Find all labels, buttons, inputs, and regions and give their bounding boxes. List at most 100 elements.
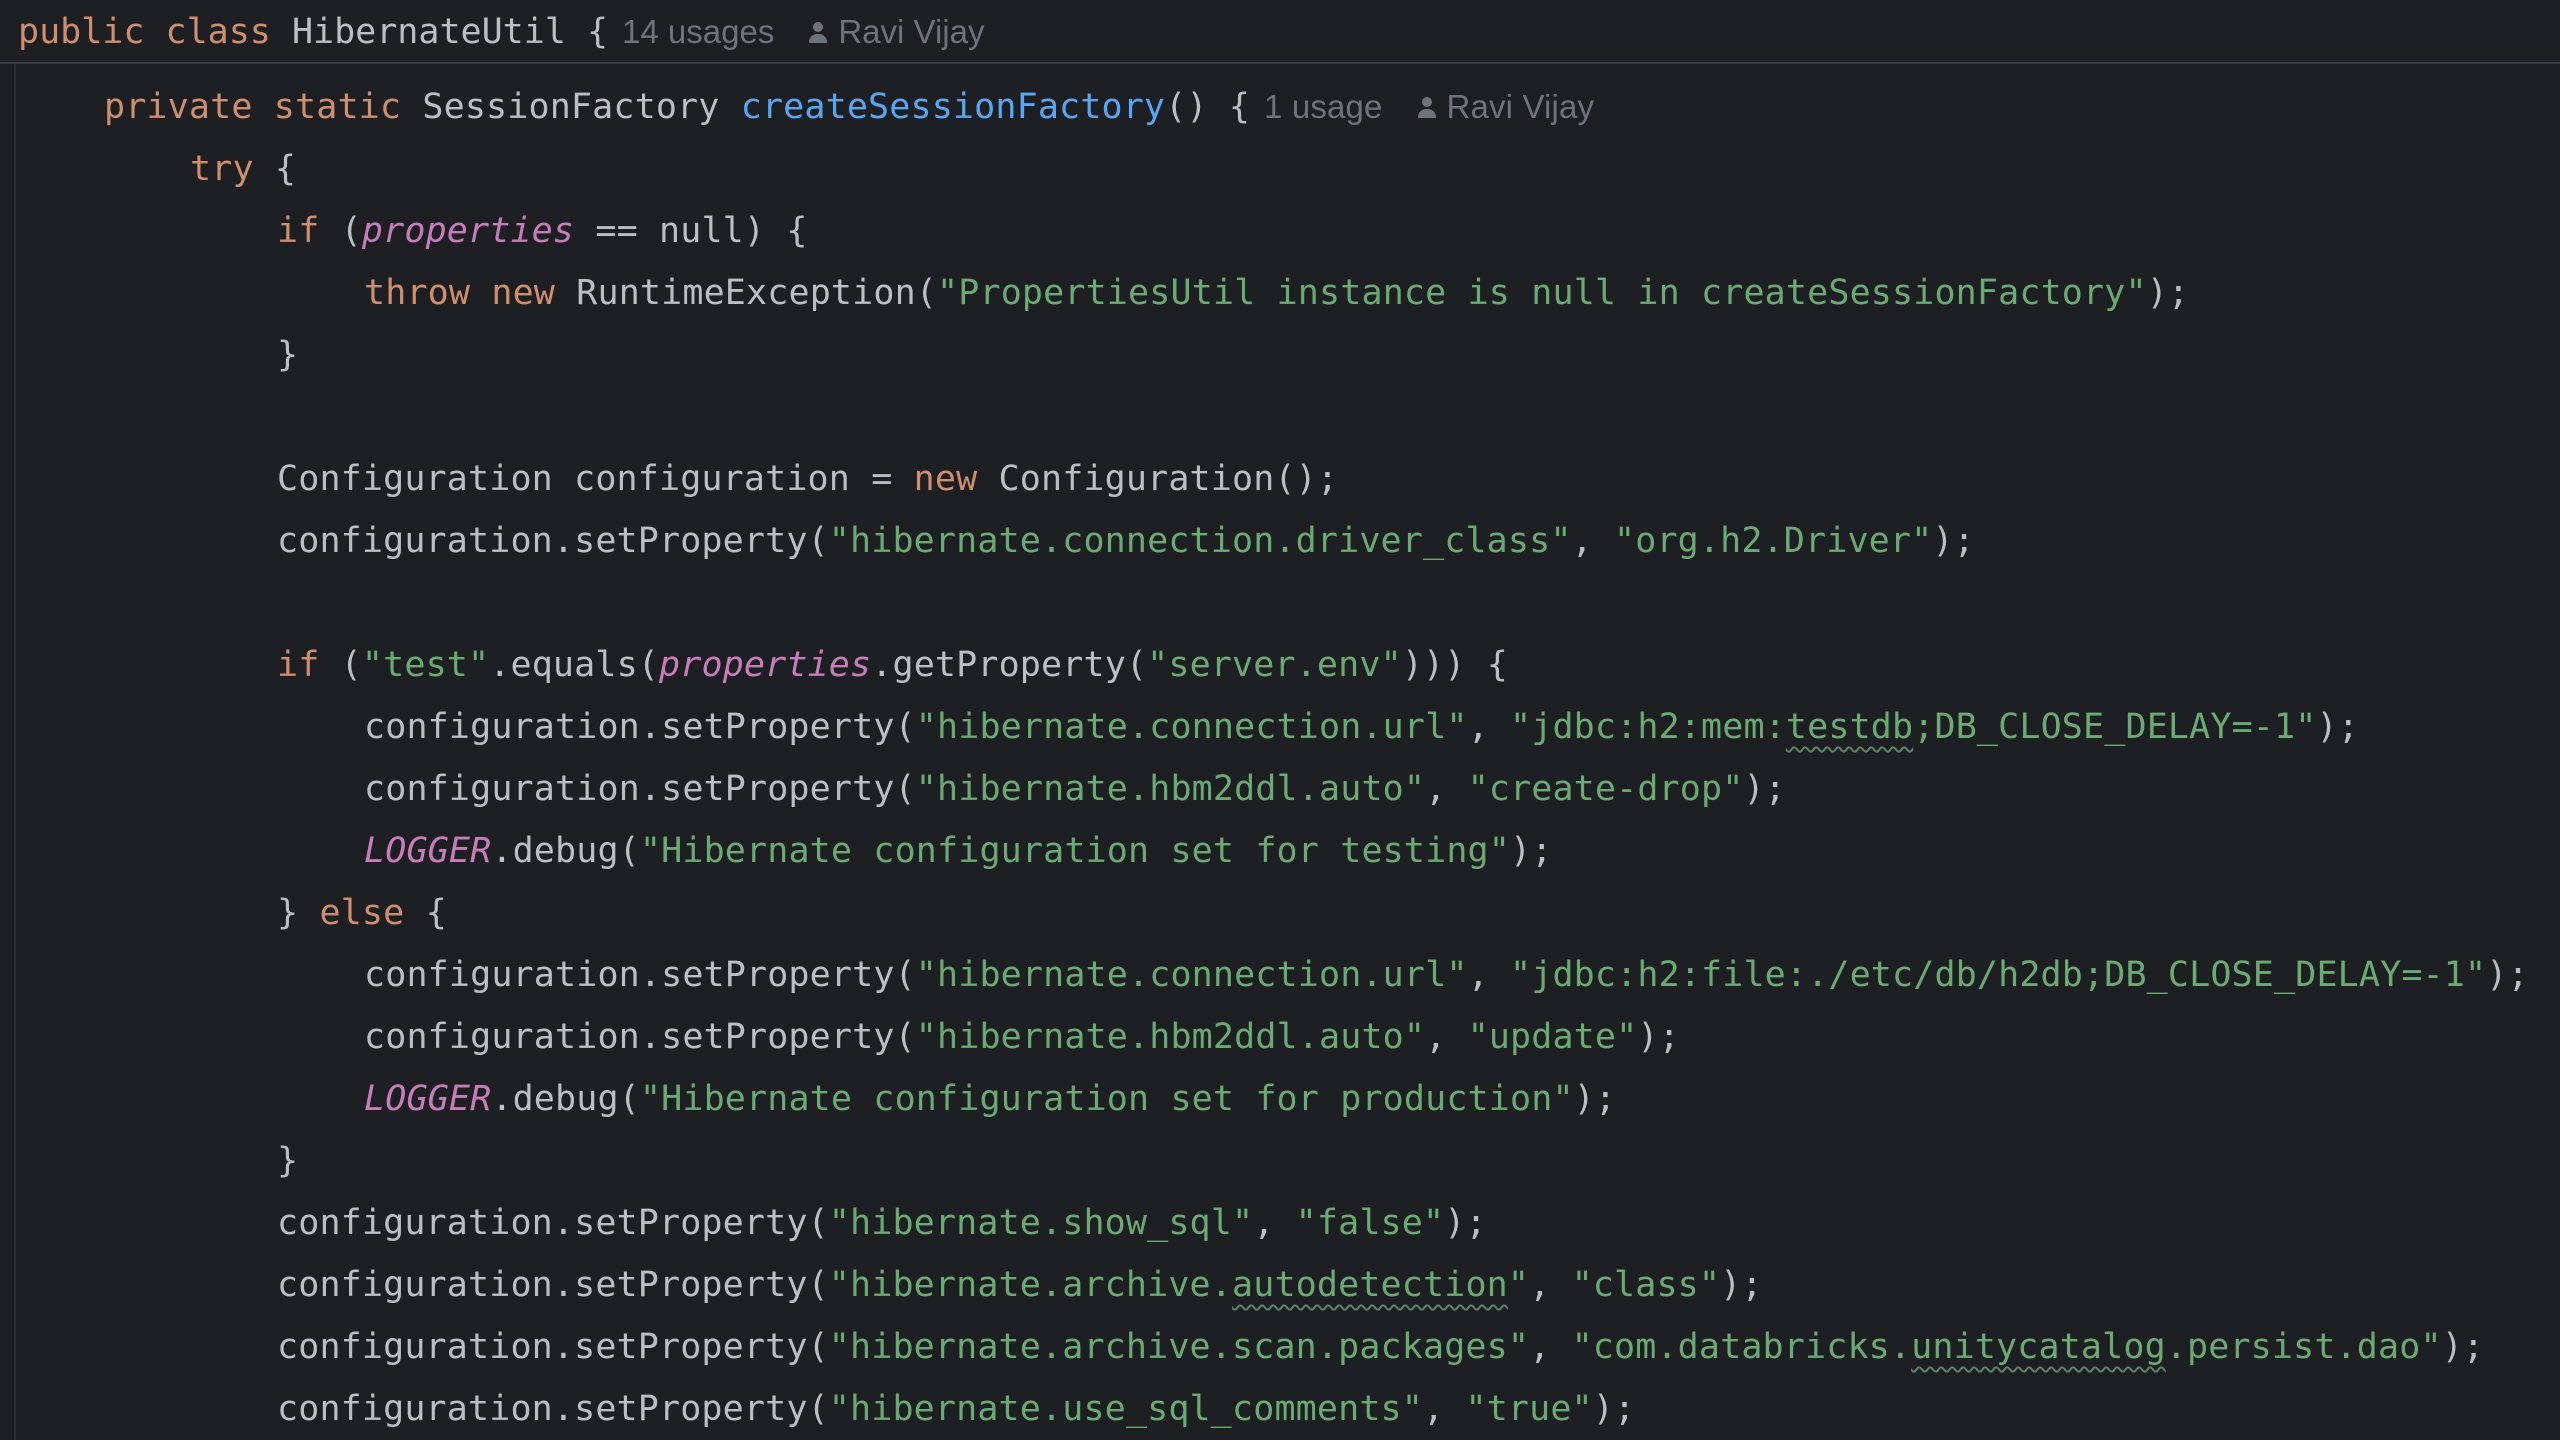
code-text: ); (1720, 1265, 1763, 1305)
code-text: , (1529, 1327, 1572, 1367)
string-literal: "false" (1295, 1203, 1445, 1243)
class-declaration-line[interactable]: public class HibernateUtil {14 usages Rav… (18, 10, 984, 54)
class-name[interactable]: HibernateUtil (292, 12, 566, 52)
keyword-throw: throw (364, 273, 471, 313)
string-literal: "com.databricks. (1571, 1327, 1912, 1367)
string-literal: "jdbc:h2:file:./etc/db/h2db;DB_CLOSE_DEL… (1510, 955, 2487, 995)
class-usages-hint[interactable]: 14 usages (622, 13, 774, 50)
keyword-else: else (319, 893, 405, 933)
method-params-brace: () { (1165, 87, 1251, 127)
code-line[interactable]: } (277, 324, 298, 386)
code-line[interactable]: configuration.setProperty("hibernate.hbm… (364, 1006, 1680, 1068)
typo-highlight[interactable]: autodetection (1232, 1265, 1508, 1305)
code-line[interactable]: private static SessionFactory createSess… (104, 76, 1594, 138)
code-text: configuration.setProperty( (364, 1017, 916, 1057)
string-literal: "create-drop" (1467, 769, 1744, 809)
person-icon (808, 22, 828, 44)
code-text: configuration.setProperty( (364, 707, 916, 747)
indent-guide (14, 64, 16, 1440)
string-literal: "update" (1467, 1017, 1638, 1057)
code-text: configuration.setProperty( (364, 955, 916, 995)
code-line[interactable]: } (277, 1130, 298, 1192)
keyword-class: class (165, 12, 271, 52)
keyword-if: if (277, 645, 320, 685)
code-line[interactable]: LOGGER.debug("Hibernate configuration se… (364, 1068, 1616, 1130)
code-text: ); (1743, 769, 1786, 809)
close-brace: } (277, 1141, 299, 1181)
method-author-name: Ravi Vijay (1446, 88, 1595, 125)
code-line[interactable]: if ("test".equals(properties.getProperty… (277, 634, 1508, 696)
code-line[interactable]: configuration.setProperty("hibernate.hbm… (364, 758, 1786, 820)
code-line[interactable]: configuration.setProperty("hibernate.sho… (277, 1192, 1487, 1254)
string-literal: "hibernate.connection.url" (915, 707, 1468, 747)
code-text: ( (319, 211, 362, 251)
code-line[interactable]: configuration.setProperty("hibernate.con… (364, 696, 2359, 758)
code-line[interactable]: throw new RuntimeException("PropertiesUt… (364, 262, 2189, 324)
string-literal: "hibernate.connection.url" (915, 955, 1468, 995)
code-text: configuration.setProperty( (277, 1327, 829, 1367)
code-text: ); (1637, 1017, 1680, 1057)
code-line[interactable]: configuration.setProperty("hibernate.arc… (277, 1254, 1763, 1316)
string-literal: "hibernate.hbm2ddl.auto" (915, 769, 1426, 809)
string-literal: "class" (1571, 1265, 1721, 1305)
code-line[interactable]: configuration.setProperty("hibernate.con… (277, 510, 1975, 572)
string-literal: "test" (361, 645, 490, 685)
string-literal: "hibernate.archive. (828, 1265, 1232, 1305)
method-usages-hint[interactable]: 1 usage (1264, 88, 1382, 125)
code-text: , (1423, 1389, 1466, 1429)
code-text: , (1425, 1017, 1468, 1057)
code-text: configuration.setProperty( (364, 769, 916, 809)
string-literal: "Hibernate configuration set for testing… (639, 831, 1510, 871)
keyword-public: public (18, 12, 145, 52)
code-line[interactable]: Configuration configuration = new Config… (277, 448, 1338, 510)
code-text: ( (319, 645, 362, 685)
string-literal: "PropertiesUtil instance is null in crea… (937, 273, 2147, 313)
code-text: .getProperty( (871, 645, 1148, 685)
code-area[interactable]: private static SessionFactory createSess… (18, 76, 2560, 1440)
typo-highlight[interactable]: unitycatalog (1911, 1327, 2166, 1367)
sticky-class-header[interactable]: public class HibernateUtil {14 usages Rav… (0, 0, 2560, 64)
code-line[interactable]: } else { (277, 882, 447, 944)
code-text: .debug( (491, 1079, 640, 1119)
code-text: Configuration configuration = (277, 459, 914, 499)
code-line[interactable]: if (properties == null) { (277, 200, 808, 262)
keyword-new: new (491, 273, 556, 313)
string-literal: "hibernate.hbm2ddl.auto" (915, 1017, 1426, 1057)
code-text: .debug( (491, 831, 640, 871)
code-text: configuration.setProperty( (277, 521, 829, 561)
keyword-new: new (913, 459, 978, 499)
code-line[interactable]: configuration.setProperty("hibernate.arc… (277, 1316, 2484, 1378)
close-brace: } (277, 335, 299, 375)
method-author-hint[interactable]: Ravi Vijay (1417, 88, 1595, 125)
field-properties: properties (659, 645, 872, 685)
code-text: ); (2441, 1327, 2485, 1367)
code-text: , (1529, 1265, 1572, 1305)
code-text: configuration.setProperty( (277, 1265, 829, 1305)
person-icon (1417, 97, 1437, 119)
class-author-hint[interactable]: Ravi Vijay (808, 13, 984, 50)
keyword-static: static (273, 87, 402, 127)
code-line[interactable]: LOGGER.debug("Hibernate configuration se… (364, 820, 1552, 882)
method-name[interactable]: createSessionFactory (741, 87, 1165, 127)
string-literal: "hibernate.show_sql" (828, 1203, 1254, 1243)
field-properties: properties (361, 211, 575, 251)
string-literal: "org.h2.Driver" (1614, 521, 1933, 561)
string-literal: "hibernate.connection.driver_class" (828, 521, 1572, 561)
code-text: ); (1444, 1203, 1487, 1243)
code-text: RuntimeException( (576, 273, 938, 313)
typo-highlight[interactable]: testdb (1786, 707, 1913, 747)
code-text: configuration.setProperty( (277, 1389, 829, 1429)
code-text: , (1467, 707, 1511, 747)
code-text: ); (2486, 955, 2529, 995)
code-text: ); (1592, 1389, 1636, 1429)
code-text: .equals( (489, 645, 660, 685)
code-line[interactable]: configuration.setProperty("hibernate.con… (364, 944, 2529, 1006)
code-text: ); (1932, 521, 1975, 561)
string-literal: .persist.dao" (2165, 1327, 2442, 1367)
string-literal: "true" (1465, 1389, 1593, 1429)
code-line[interactable]: configuration.setProperty("hibernate.use… (277, 1378, 1635, 1440)
string-literal: "server.env" (1147, 645, 1402, 685)
code-line[interactable]: try { (190, 138, 296, 200)
keyword-try: try (190, 149, 254, 189)
code-editor[interactable]: public class HibernateUtil {14 usages Rav… (0, 0, 2560, 1440)
